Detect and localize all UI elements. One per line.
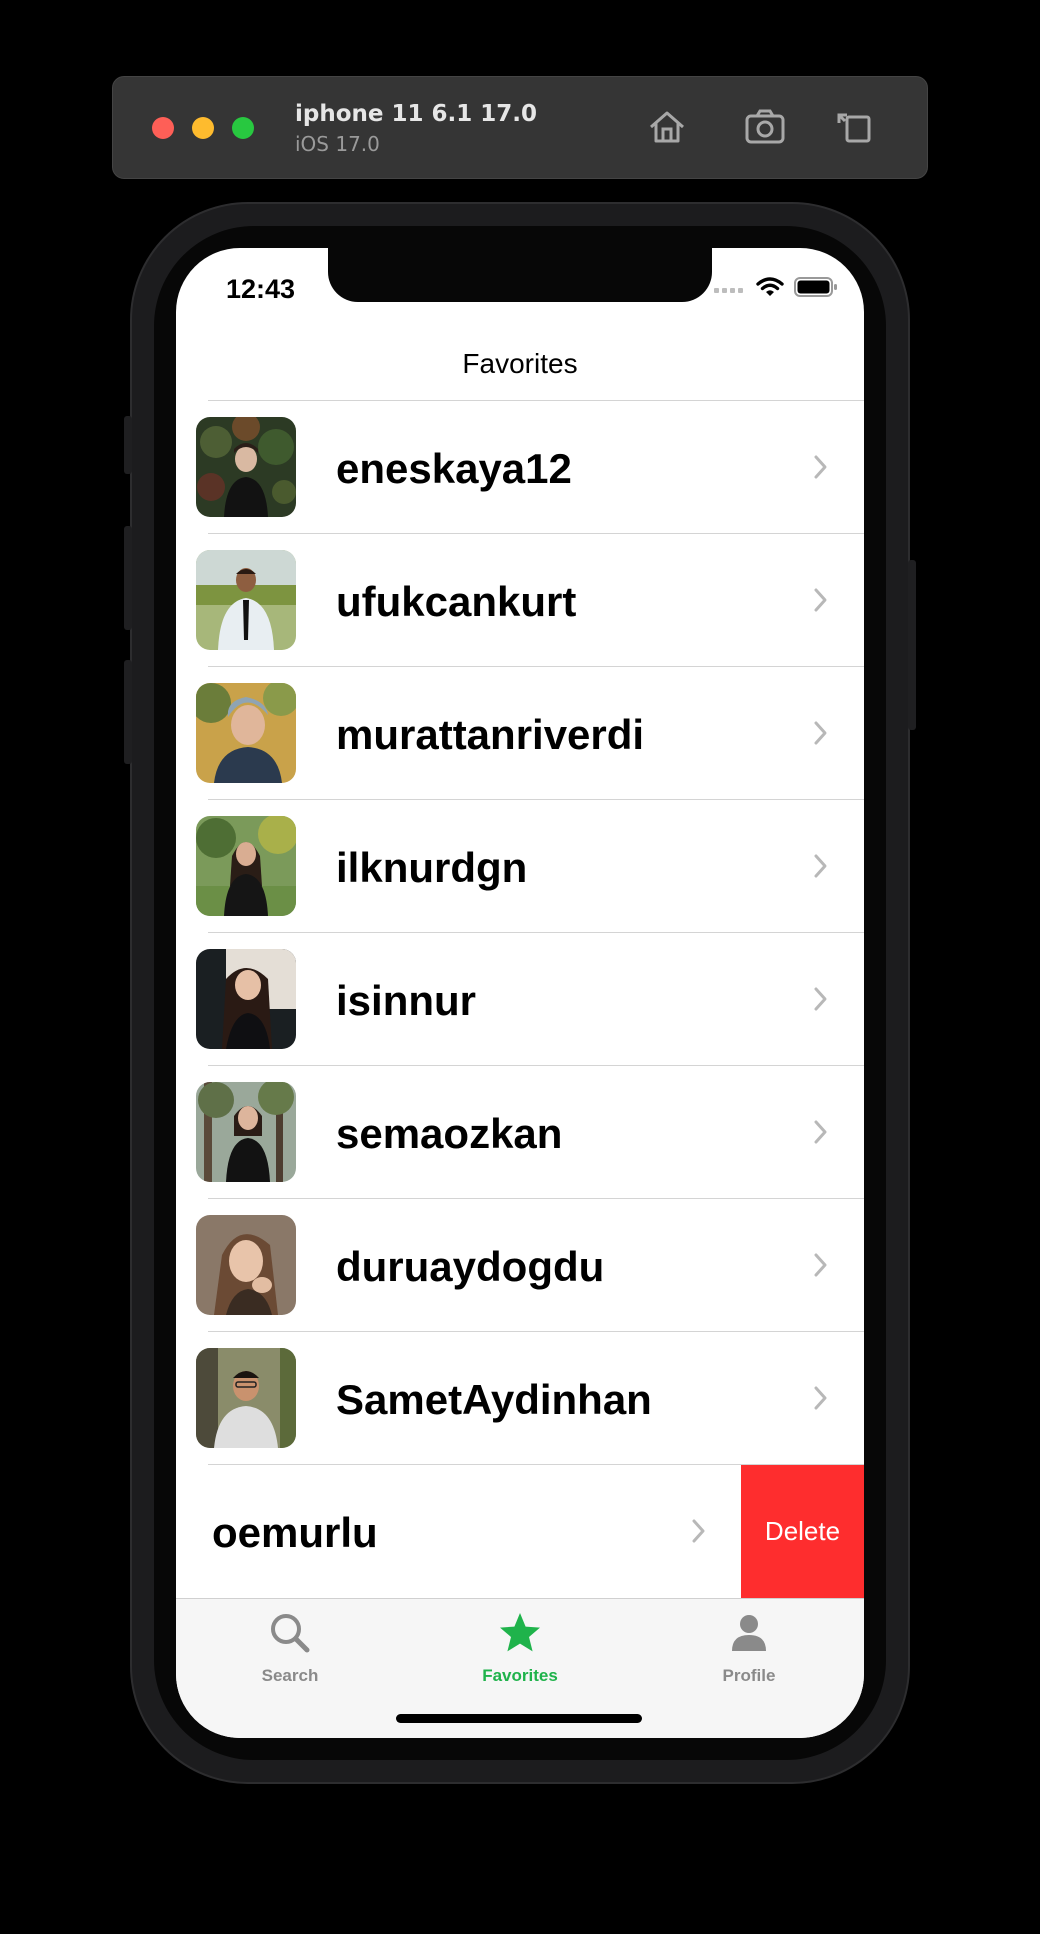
screenshot-button[interactable] — [741, 103, 789, 151]
home-button[interactable] — [643, 103, 691, 151]
os-version: iOS 17.0 — [295, 132, 380, 156]
home-icon — [650, 111, 684, 143]
avatar — [196, 1348, 296, 1448]
screenshot-icon — [745, 109, 785, 144]
zoom-window-button[interactable] — [232, 117, 254, 139]
favorites-list: eneskaya12 ufukcankurt murattanriverdi i… — [176, 401, 864, 1598]
chevron-right-icon — [814, 854, 827, 878]
favorite-row[interactable]: ufukcankurt — [176, 534, 864, 667]
chevron-right-icon — [814, 721, 827, 745]
avatar — [196, 949, 296, 1049]
favorite-row[interactable]: duruaydogdu — [176, 1199, 864, 1332]
tab-favorites[interactable]: Favorites — [450, 1611, 590, 1686]
minimize-window-button[interactable] — [192, 117, 214, 139]
avatar — [196, 816, 296, 916]
page-title: Favorites — [462, 348, 578, 379]
username-label: SametAydinhan — [336, 1376, 652, 1423]
tab-profile[interactable]: Profile — [679, 1611, 819, 1686]
favorite-row[interactable]: SametAydinhan — [176, 1332, 864, 1465]
username-label: murattanriverdi — [336, 711, 645, 758]
close-window-button[interactable] — [152, 117, 174, 139]
username-label: ilknurdgn — [336, 844, 528, 891]
favorite-row[interactable]: ilknurdgn — [176, 800, 864, 933]
avatar — [196, 1215, 296, 1315]
chevron-right-icon — [814, 1386, 827, 1410]
tab-label: Search — [261, 1666, 319, 1685]
chevron-right-icon — [814, 1253, 827, 1277]
volume-up-button — [124, 526, 132, 630]
rotate-icon — [837, 113, 871, 143]
simulator-toolbar: iphone 11 6.1 17.0 iOS 17.0 — [112, 76, 928, 179]
chevron-right-icon — [814, 1120, 827, 1144]
device-name: iphone 11 6.1 17.0 — [295, 101, 538, 127]
username-label: isinnur — [336, 977, 477, 1024]
username-label: duruaydogdu — [336, 1243, 605, 1290]
signal-icon — [714, 288, 743, 293]
avatar — [196, 683, 296, 783]
tab-search[interactable]: Search — [220, 1611, 360, 1686]
status-icons — [714, 276, 838, 298]
star-icon — [500, 1613, 540, 1652]
tab-label: Profile — [722, 1666, 776, 1685]
chevron-right-icon — [814, 987, 827, 1011]
person-icon — [732, 1615, 766, 1651]
favorite-row[interactable]: isinnur — [176, 933, 864, 1066]
username-label: semaozkan — [336, 1110, 563, 1157]
delete-button[interactable]: Delete — [741, 1465, 864, 1598]
favorite-row[interactable]: murattanriverdi — [176, 667, 864, 800]
volume-down-button — [124, 660, 132, 764]
chevron-right-icon — [814, 455, 827, 479]
home-indicator — [396, 1714, 642, 1723]
avatar — [196, 550, 296, 650]
favorite-row[interactable]: semaozkan — [176, 1066, 864, 1199]
tab-label: Favorites — [482, 1666, 558, 1685]
chevron-right-icon — [692, 1519, 705, 1543]
favorite-row[interactable]: eneskaya12 — [176, 401, 864, 534]
chevron-right-icon — [814, 588, 827, 612]
silent-switch — [124, 416, 132, 474]
avatar — [196, 1082, 296, 1182]
status-time: 12:43 — [226, 274, 296, 304]
wifi-icon — [756, 277, 784, 296]
avatar — [196, 417, 296, 517]
rotate-button[interactable] — [831, 103, 879, 151]
search-icon — [271, 1614, 310, 1653]
favorite-row-swiped[interactable]: oemurlu Delete — [176, 1465, 864, 1598]
username-label: ufukcankurt — [336, 578, 577, 625]
phone-screen: 12:43 Favorites eneskaya12 ufukcankurt m… — [176, 248, 864, 1738]
notch — [328, 248, 712, 302]
username-label: eneskaya12 — [336, 445, 572, 492]
power-button — [908, 560, 916, 730]
username-label: oemurlu — [212, 1509, 378, 1556]
battery-icon — [794, 277, 837, 297]
